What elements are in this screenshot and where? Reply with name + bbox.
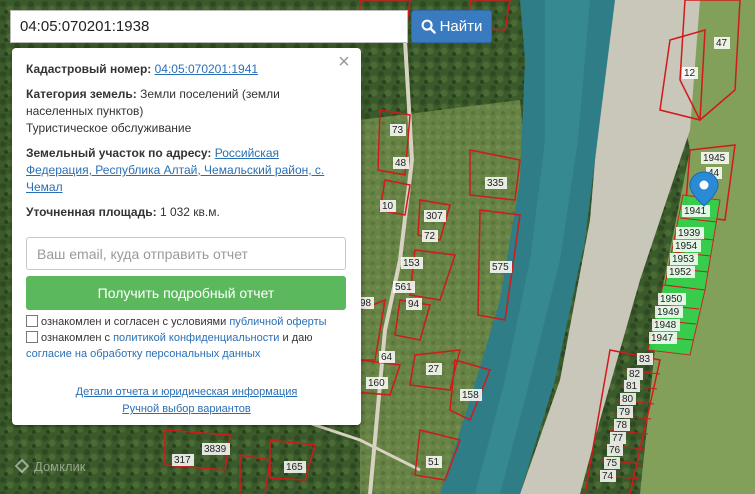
manual-selection-link[interactable]: Ручной выбор вариантов	[122, 403, 250, 415]
offer-consent-row: ознакомлен и согласен с условиями публич…	[26, 314, 346, 330]
land-category-row: Категория земель: Земли поселений (земли…	[26, 86, 346, 137]
address-row: Земельный участок по адресу: Российская …	[26, 145, 346, 196]
parcel-number-label: 1952	[669, 267, 692, 278]
parcel-number-label: 10	[382, 201, 394, 212]
report-details-link[interactable]: Детали отчета и юридическая информация	[76, 386, 298, 398]
parcel-number-label: 1949	[657, 307, 680, 318]
parcel-number-label: 153	[403, 258, 420, 269]
personal-data-consent-link[interactable]: согласие на обработку персональных данны…	[26, 348, 260, 360]
parcel-number-label: 81	[626, 381, 638, 392]
watermark-text: Домклик	[34, 458, 86, 474]
parcel-number-label: 1954	[675, 241, 698, 252]
search-icon	[421, 19, 436, 34]
address-link[interactable]: Российская	[215, 146, 279, 160]
parcel-number-label: 3839	[204, 444, 227, 455]
parcel-number-label: 1941	[684, 206, 707, 217]
parcel-number-label: 1945	[703, 153, 726, 164]
address-link[interactable]: Федерация, Республика Алтай, Чемальский …	[26, 163, 324, 177]
parcel-number-label: 74	[602, 471, 614, 482]
parcel-number-label: 76	[609, 445, 621, 456]
public-offer-link[interactable]: публичной оферты	[229, 316, 326, 328]
parcel-number-label: 575	[492, 262, 509, 273]
domclick-logo	[14, 458, 30, 474]
parcel-number-label: 27	[428, 364, 440, 375]
parcel-number-label: 77	[612, 433, 624, 444]
parcel-number-label: 1948	[654, 320, 677, 331]
privacy-consent-text2: и даю	[282, 332, 313, 344]
land-category-label: Категория земель:	[26, 87, 137, 101]
cadastral-number-label: Кадастровый номер:	[26, 62, 152, 76]
parcel-number-label: 1947	[651, 333, 674, 344]
area-row: Уточненная площадь: 1 032 кв.м.	[26, 204, 326, 221]
parcel-number-label: 82	[629, 369, 641, 380]
email-input[interactable]	[26, 237, 346, 270]
privacy-policy-link[interactable]: политикой конфиденциальности	[113, 332, 279, 344]
watermark: Домклик	[14, 458, 86, 474]
parcel-number-label: 94	[408, 299, 420, 310]
parcel-number-label: 73	[392, 125, 404, 136]
parcel-number-label: 158	[462, 390, 479, 401]
offer-consent-checkbox[interactable]	[26, 315, 38, 327]
details-link-row: Детали отчета и юридическая информация	[12, 384, 361, 401]
area-value: 1 032 кв.м.	[159, 205, 220, 219]
address-label: Земельный участок по адресу:	[26, 146, 212, 160]
manual-link-row: Ручной выбор вариантов	[12, 401, 361, 418]
parcel-number-label: 80	[622, 394, 634, 405]
parcel-number-label: 48	[395, 158, 407, 169]
offer-consent-text: ознакомлен и согласен с условиями	[41, 316, 227, 328]
parcel-number-label: 83	[639, 354, 651, 365]
privacy-consent-checkbox[interactable]	[26, 331, 38, 343]
parcel-number-label: 1953	[672, 254, 695, 265]
parcel-info-panel: × Кадастровый номер: 04:05:070201:1941 К…	[12, 48, 361, 425]
parcel-number-label: 51	[428, 457, 440, 468]
parcel-number-label: 78	[616, 420, 628, 431]
parcel-number-label: 165	[286, 462, 303, 473]
land-use-value: Туристическое обслуживание	[26, 121, 192, 135]
parcel-number-label: 98	[360, 298, 372, 309]
parcel-number-label: 561	[395, 282, 412, 293]
privacy-consent-text: ознакомлен с	[41, 332, 111, 344]
parcel-number-label: 1950	[660, 294, 683, 305]
search-input[interactable]	[10, 10, 408, 43]
get-report-button[interactable]: Получить подробный отчет	[26, 276, 346, 310]
privacy-consent-row: ознакомлен с политикой конфиденциальност…	[26, 330, 346, 362]
parcel-number-label: 12	[684, 68, 696, 79]
close-icon[interactable]: ×	[335, 52, 353, 72]
area-label: Уточненная площадь:	[26, 205, 157, 219]
land-category-value: Земли поселений (земли	[140, 87, 280, 101]
parcel-number-label: 1939	[678, 228, 701, 239]
address-link[interactable]: Чемал	[26, 180, 63, 194]
cadastral-number-link[interactable]: 04:05:070201:1941	[155, 62, 258, 76]
parcel-number-label: 307	[426, 211, 443, 222]
parcel-number-label: 160	[368, 378, 385, 389]
parcel-number-label: 75	[606, 458, 618, 469]
parcel-number-label: 335	[487, 178, 504, 189]
parcel-number-label: 72	[424, 231, 436, 242]
parcel-number-label: 79	[619, 407, 631, 418]
land-category-value-cont: населенных пунктов)	[26, 104, 144, 118]
cadastral-number-row: Кадастровый номер: 04:05:070201:1941	[26, 61, 326, 78]
search-button-label: Найти	[439, 18, 483, 35]
parcel-number-label: 47	[716, 38, 728, 49]
parcel-number-label: 317	[174, 455, 191, 466]
search-button[interactable]: Найти	[411, 10, 492, 43]
parcel-number-label: 64	[381, 352, 393, 363]
